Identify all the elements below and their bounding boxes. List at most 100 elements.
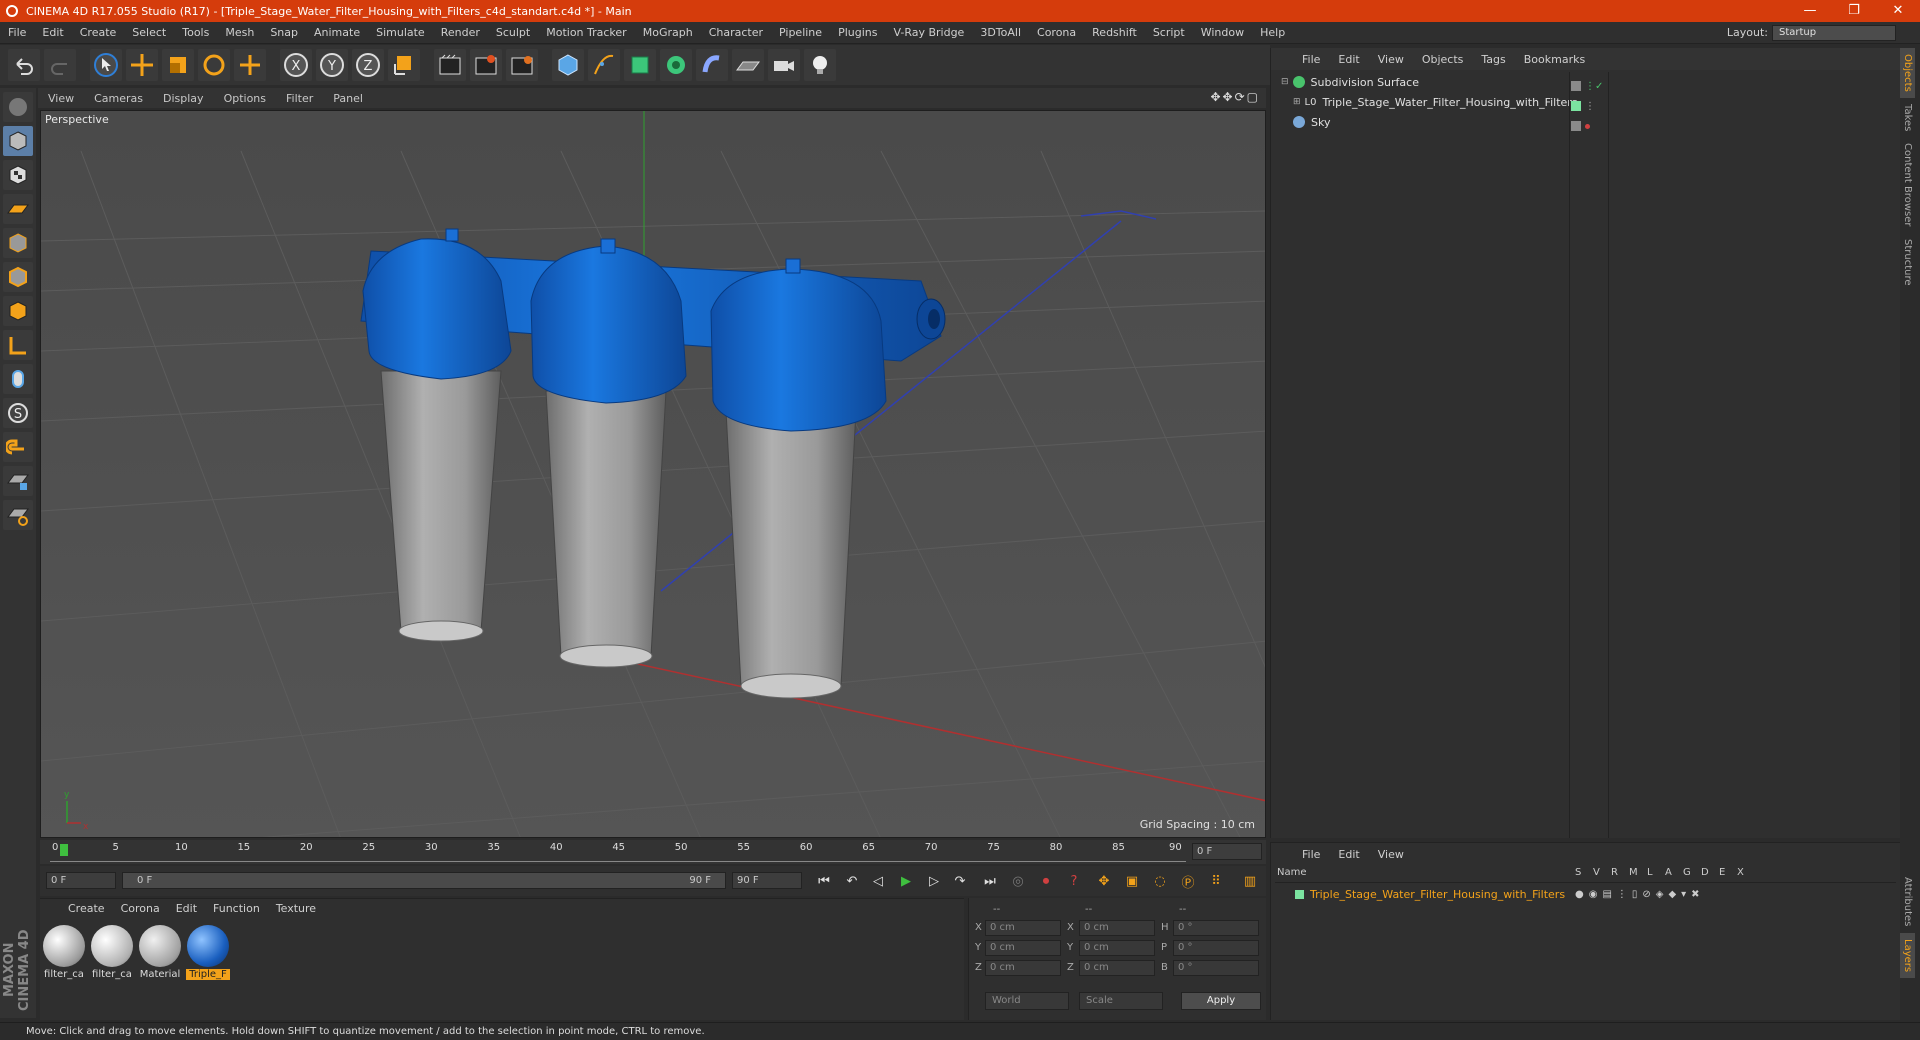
om-menu-file[interactable]: File — [1293, 53, 1329, 66]
menu-snap[interactable]: Snap — [262, 26, 306, 39]
layout-select[interactable]: Startup — [1772, 25, 1896, 41]
om-menu-tags[interactable]: Tags — [1472, 53, 1514, 66]
mat-menu-function[interactable]: Function — [205, 902, 268, 915]
enabled-check-icon[interactable]: ⋮✓ — [1585, 81, 1603, 92]
record-keys-icon[interactable]: ◎ — [1006, 869, 1030, 893]
menu-plugins[interactable]: Plugins — [830, 26, 885, 39]
size-z-field[interactable]: 0 cm — [1079, 960, 1155, 976]
rotation-b-field[interactable]: 0 ° — [1173, 960, 1259, 976]
menu-script[interactable]: Script — [1145, 26, 1193, 39]
camera-icon[interactable] — [768, 49, 800, 81]
material-swatch[interactable]: filter_ca — [42, 925, 86, 980]
coordinate-system-icon[interactable] — [388, 49, 420, 81]
viewport-menu-display[interactable]: Display — [153, 92, 214, 105]
layer-flags-icons[interactable]: ●◉▤⋮▯⊘◈◆▾✖ — [1575, 889, 1705, 900]
end-frame-field[interactable]: 90 F — [732, 872, 802, 889]
close-button[interactable]: ✕ — [1876, 0, 1920, 22]
start-frame-field[interactable]: 0 F — [46, 872, 116, 889]
subdivision-icon[interactable] — [624, 49, 656, 81]
step-forward-icon[interactable]: ▷ — [922, 869, 946, 893]
size-y-field[interactable]: 0 cm — [1079, 940, 1155, 956]
next-key-icon[interactable]: ↷ — [948, 869, 972, 893]
cube-icon[interactable] — [552, 49, 584, 81]
render-view-icon[interactable] — [434, 49, 466, 81]
housing-tags[interactable]: ⋮ — [1571, 96, 1607, 116]
om-menu-objects[interactable]: Objects — [1413, 53, 1473, 66]
menu-pipeline[interactable]: Pipeline — [771, 26, 830, 39]
polygons-mode-icon[interactable] — [3, 296, 33, 326]
tab-content-browser[interactable]: Content Browser — [1900, 137, 1915, 232]
play-icon[interactable]: ▶ — [894, 869, 918, 893]
move-icon[interactable] — [126, 49, 158, 81]
layer-box[interactable] — [1571, 81, 1581, 91]
menu-simulate[interactable]: Simulate — [368, 26, 433, 39]
coordinate-space-dropdown[interactable]: World — [985, 992, 1069, 1010]
viewport-menu-filter[interactable]: Filter — [276, 92, 323, 105]
menu-render[interactable]: Render — [433, 26, 488, 39]
minimize-button[interactable]: — — [1788, 0, 1832, 22]
scale-icon[interactable] — [162, 49, 194, 81]
menu-3dtoall[interactable]: 3DToAll — [972, 26, 1029, 39]
texture-mode-icon[interactable] — [3, 160, 33, 190]
points-mode-icon[interactable] — [3, 228, 33, 258]
visibility-dot-icon[interactable] — [1585, 123, 1590, 129]
menu-mesh[interactable]: Mesh — [217, 26, 262, 39]
om-menu-view[interactable]: View — [1369, 53, 1413, 66]
visibility-dots-icon[interactable]: ⋮ — [1585, 101, 1595, 112]
tweak-mode-icon[interactable] — [3, 364, 33, 394]
y-axis-icon[interactable]: Y — [316, 49, 348, 81]
go-to-start-icon[interactable]: ⏮ — [812, 869, 836, 893]
menu-animate[interactable]: Animate — [306, 26, 368, 39]
viewport-menu-cameras[interactable]: Cameras — [84, 92, 153, 105]
x-axis-icon[interactable]: X — [280, 49, 312, 81]
object-row-housing[interactable]: ⊞ L0 Triple_Stage_Water_Filter_Housing_w… — [1271, 92, 1578, 112]
menu-character[interactable]: Character — [701, 26, 771, 39]
array-icon[interactable] — [660, 49, 692, 81]
menu-redshift[interactable]: Redshift — [1084, 26, 1145, 39]
planar-workplane-icon[interactable] — [3, 500, 33, 530]
mat-menu-create[interactable]: Create — [60, 902, 113, 915]
material-swatch-selected[interactable]: Triple_F — [186, 925, 230, 980]
position-y-field[interactable]: 0 cm — [985, 940, 1061, 956]
position-z-field[interactable]: 0 cm — [985, 960, 1061, 976]
maximize-button[interactable]: ❐ — [1832, 0, 1876, 22]
viewport-nav-icons[interactable]: ✥✥⟳▢ — [1210, 90, 1260, 104]
menu-help[interactable]: Help — [1252, 26, 1293, 39]
tab-structure[interactable]: Structure — [1900, 233, 1915, 292]
subdivision-tags[interactable]: ⋮✓ — [1571, 76, 1607, 96]
mat-menu-texture[interactable]: Texture — [268, 902, 324, 915]
collapse-icon[interactable]: ⊟ — [1281, 77, 1289, 87]
axis-mode-icon[interactable] — [3, 330, 33, 360]
menu-window[interactable]: Window — [1193, 26, 1252, 39]
sky-tags[interactable] — [1571, 116, 1607, 136]
floor-icon[interactable] — [732, 49, 764, 81]
object-row-subdivision[interactable]: ⊟ Subdivision Surface — [1271, 72, 1567, 92]
expand-icon[interactable]: ⊞ — [1293, 97, 1301, 107]
menu-edit[interactable]: Edit — [34, 26, 71, 39]
menu-mograph[interactable]: MoGraph — [635, 26, 701, 39]
key-pla-icon[interactable]: ⠿ — [1204, 869, 1228, 893]
timeline-window-icon[interactable]: ▥ — [1238, 869, 1262, 893]
keyframe-selection-icon[interactable]: ? — [1062, 869, 1086, 893]
material-swatch[interactable]: filter_ca — [90, 925, 134, 980]
timeline-ruler[interactable]: 0 5 10 15 20 25 30 35 40 45 50 55 60 65 … — [40, 840, 1266, 864]
select-icon[interactable] — [90, 49, 122, 81]
key-parameter-icon[interactable]: Ⓟ — [1176, 869, 1200, 893]
previous-key-icon[interactable]: ↶ — [840, 869, 864, 893]
workplane-icon[interactable] — [3, 194, 33, 224]
layer-box[interactable] — [1571, 101, 1581, 111]
timeline-scale[interactable]: 0 5 10 15 20 25 30 35 40 45 50 55 60 65 … — [50, 842, 1186, 862]
menu-corona[interactable]: Corona — [1029, 26, 1084, 39]
menu-file[interactable]: File — [0, 26, 34, 39]
undo-icon[interactable] — [8, 49, 40, 81]
menu-select[interactable]: Select — [124, 26, 174, 39]
frame-range-slider[interactable]: 0 F 90 F — [122, 872, 726, 889]
menu-vray-bridge[interactable]: V-Ray Bridge — [885, 26, 972, 39]
edges-mode-icon[interactable] — [3, 262, 33, 292]
current-frame-field[interactable]: 0 F — [1192, 843, 1262, 860]
model-mode-icon[interactable] — [3, 126, 33, 156]
make-editable-icon[interactable] — [3, 92, 33, 122]
lm-menu-view[interactable]: View — [1369, 848, 1413, 861]
tab-takes[interactable]: Takes — [1900, 98, 1915, 137]
position-x-field[interactable]: 0 cm — [985, 920, 1061, 936]
